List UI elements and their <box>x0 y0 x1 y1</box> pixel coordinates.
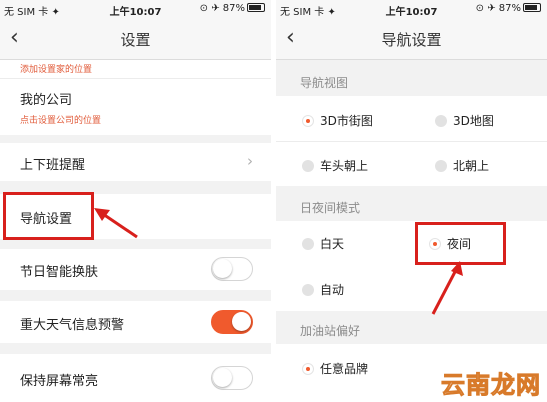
arrow-head <box>94 208 110 221</box>
pointer-arrow <box>94 208 138 239</box>
navigation-settings-screen: 无 SIM 卡 ✦ 上午10:07 ⊙ ✈ 87% ‹ 导航设置 导航视图 3D… <box>276 0 547 402</box>
settings-screen: 无 SIM 卡 ✦ 上午10:07 ⊙ ✈ 87% ‹ 设置 添加设置家的位置 … <box>0 0 271 402</box>
watermark-logo: 云南龙网 <box>441 371 541 400</box>
arrow-line <box>431 267 459 315</box>
pointer-arrow <box>431 261 463 315</box>
